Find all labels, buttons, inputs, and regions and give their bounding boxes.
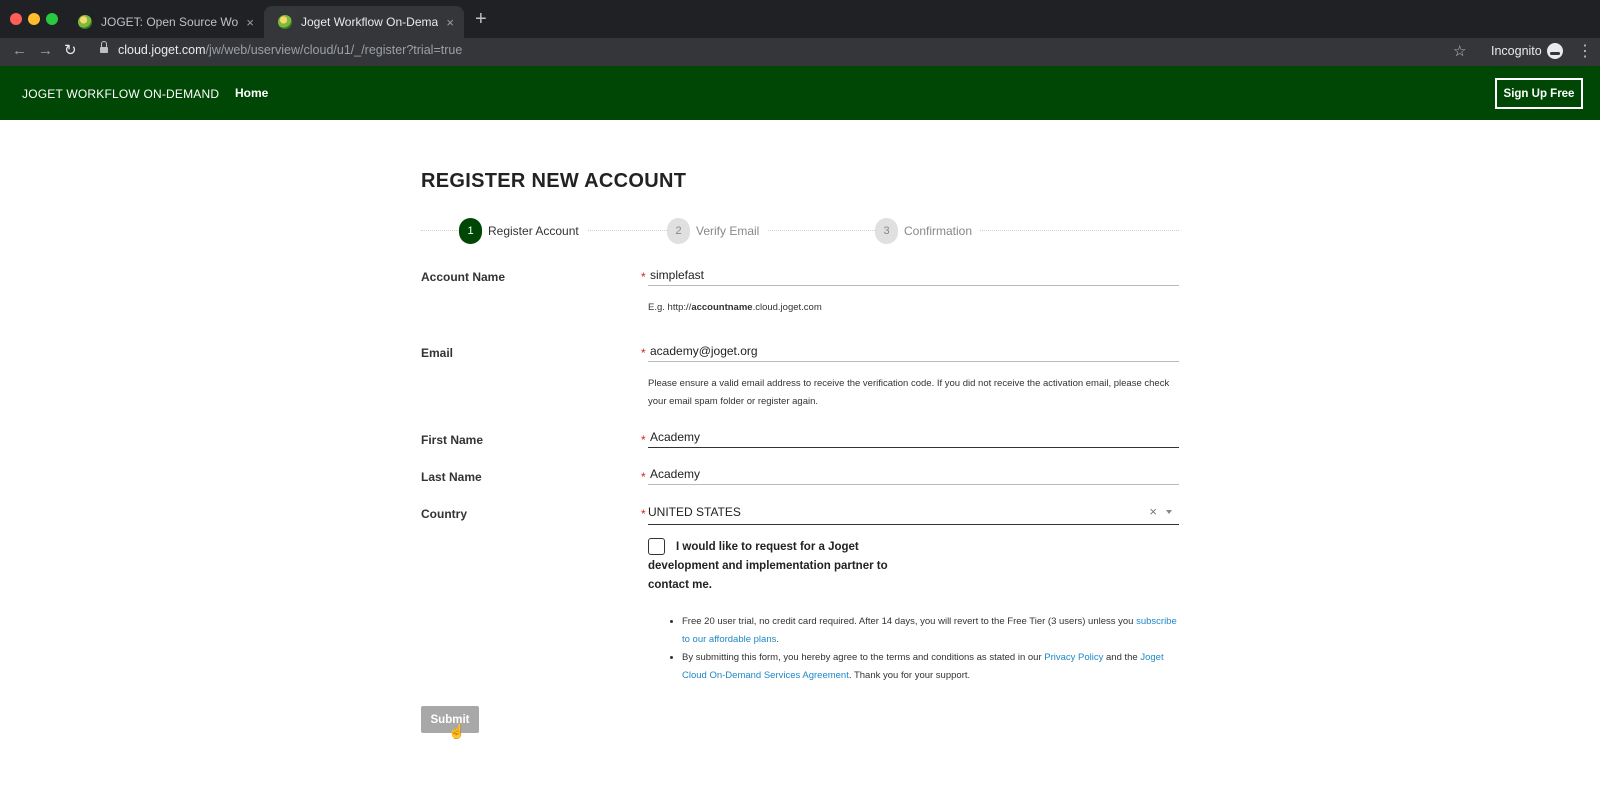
step-register-account: 1 Register Account [459, 218, 587, 244]
hand-cursor-icon: ☝ [448, 723, 466, 739]
browser-toolbar: ← → ↻ cloud.joget.com/jw/web/userview/cl… [0, 38, 1600, 66]
step-label: Verify Email [696, 224, 760, 238]
incognito-icon[interactable] [1547, 43, 1563, 59]
incognito-label: Incognito [1491, 44, 1542, 58]
email-input[interactable] [648, 340, 1179, 362]
tab-title: Joget Workflow On-Demand > [301, 15, 439, 29]
step-label: Confirmation [904, 224, 973, 238]
lock-icon[interactable] [100, 41, 108, 54]
joget-favicon-icon [78, 15, 92, 29]
required-mark: * [641, 507, 646, 521]
last-name-input[interactable] [648, 463, 1179, 485]
tab-close-icon[interactable]: × [446, 15, 454, 30]
trial-note: Free 20 user trial, no credit card requi… [682, 613, 1180, 649]
step-label: Register Account [488, 224, 579, 238]
step-number: 1 [459, 218, 482, 244]
joget-favicon-icon [278, 15, 292, 29]
step-number: 2 [667, 218, 690, 244]
home-link[interactable]: Home [235, 86, 268, 100]
window-zoom-dot[interactable] [46, 13, 58, 25]
browser-menu-icon[interactable]: ⋮ [1577, 41, 1593, 61]
back-arrow-icon[interactable]: ← [12, 41, 27, 61]
account-name-label: Account Name [421, 270, 506, 284]
address-bar[interactable]: cloud.joget.com/jw/web/userview/cloud/u1… [118, 43, 462, 57]
country-label: Country [421, 507, 467, 521]
window-minimize-dot[interactable] [28, 13, 40, 25]
account-name-input[interactable] [648, 264, 1179, 286]
required-mark: * [641, 346, 646, 360]
tab-title: JOGET: Open Source Workflow [101, 15, 239, 29]
account-name-hint: E.g. http://accountname.cloud.joget.com [648, 302, 822, 313]
new-tab-icon[interactable]: + [475, 9, 487, 29]
forward-arrow-icon[interactable]: → [38, 41, 53, 61]
tab-close-icon[interactable]: × [246, 15, 254, 30]
required-mark: * [641, 270, 646, 284]
bookmark-star-icon[interactable]: ☆ [1453, 42, 1466, 60]
first-name-input[interactable] [648, 426, 1179, 448]
browser-tab-bar: JOGET: Open Source Workflow × Joget Work… [0, 0, 1600, 38]
page-title: REGISTER NEW ACCOUNT [421, 170, 687, 192]
partner-request-checkbox[interactable] [648, 538, 665, 555]
browser-tab-joget-open-source[interactable]: JOGET: Open Source Workflow × [64, 6, 264, 38]
browser-tab-joget-on-demand[interactable]: Joget Workflow On-Demand > × [264, 6, 464, 38]
privacy-policy-link[interactable]: Privacy Policy [1044, 652, 1103, 663]
country-value: UNITED STATES [648, 505, 741, 519]
terms-note: By submitting this form, you hereby agre… [682, 649, 1180, 685]
url-path: /jw/web/userview/cloud/u1/_/register?tri… [205, 43, 463, 57]
sign-up-free-button[interactable]: Sign Up Free [1495, 78, 1583, 109]
partner-request-label: I would like to request for a Joget deve… [648, 541, 888, 591]
url-host: cloud.joget.com [118, 43, 206, 57]
email-label: Email [421, 346, 454, 360]
brand-name[interactable]: JOGET WORKFLOW ON-DEMAND [22, 87, 219, 101]
step-number: 3 [875, 218, 898, 244]
required-mark: * [641, 433, 646, 447]
step-verify-email: 2 Verify Email [667, 218, 768, 244]
country-select[interactable]: UNITED STATES × [648, 500, 1179, 525]
reload-icon[interactable]: ↻ [64, 41, 77, 61]
window-close-dot[interactable] [10, 13, 22, 25]
last-name-label: Last Name [421, 470, 482, 484]
step-confirmation: 3 Confirmation [875, 218, 981, 244]
email-hint: Please ensure a valid email address to r… [648, 378, 1170, 407]
dropdown-arrow-icon[interactable] [1166, 510, 1172, 514]
first-name-label: First Name [421, 433, 484, 447]
terms-notes: Free 20 user trial, no credit card requi… [668, 613, 1180, 685]
required-mark: * [641, 470, 646, 484]
app-header: JOGET WORKFLOW ON-DEMAND Home Sign Up Fr… [0, 66, 1600, 120]
clear-selection-icon[interactable]: × [1149, 504, 1157, 519]
